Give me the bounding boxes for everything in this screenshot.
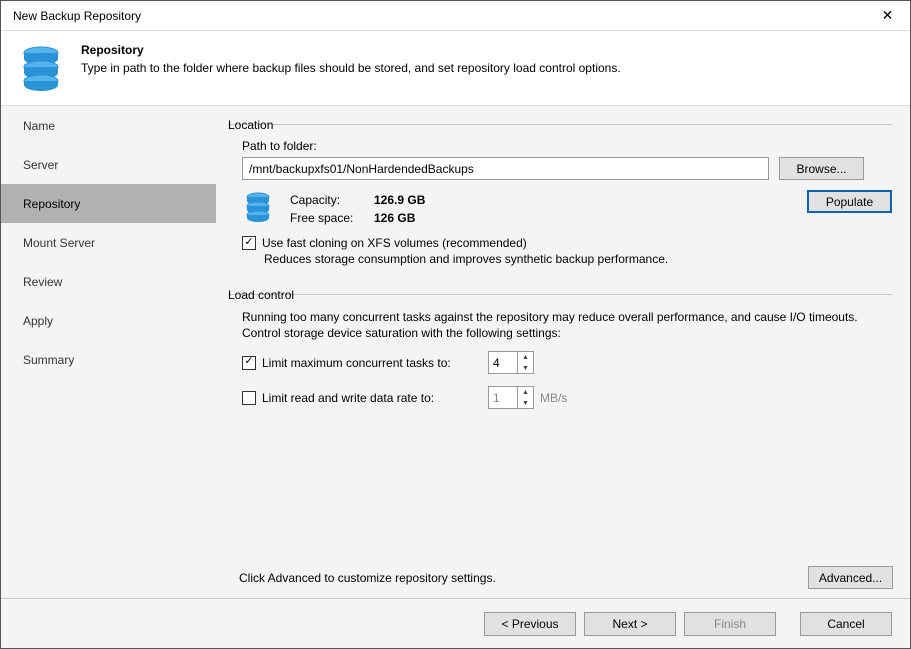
wizard-sidebar: Name Server Repository Mount Server Revi… — [1, 106, 216, 598]
cancel-button[interactable]: Cancel — [800, 612, 892, 636]
location-legend: Location — [228, 118, 279, 132]
sidebar-item-apply[interactable]: Apply — [1, 301, 216, 340]
limit-tasks-checkbox[interactable] — [242, 356, 256, 370]
finish-button: Finish — [684, 612, 776, 636]
capacity-value: 126.9 GB — [374, 192, 425, 208]
wizard-header: Repository Type in path to the folder wh… — [1, 31, 910, 106]
location-group: Location Path to folder: Browse... — [228, 118, 892, 276]
advanced-button[interactable]: Advanced... — [808, 566, 893, 589]
spinner-down-icon[interactable]: ▼ — [518, 363, 533, 374]
previous-button[interactable]: < Previous — [484, 612, 576, 636]
spinner-down-icon: ▼ — [518, 398, 533, 409]
sidebar-item-name[interactable]: Name — [1, 106, 216, 145]
load-control-group: Load control Running too many concurrent… — [228, 288, 892, 411]
limit-tasks-spinner[interactable]: ▲▼ — [488, 351, 534, 374]
repository-icon — [17, 43, 65, 91]
path-label: Path to folder: — [242, 139, 892, 153]
limit-rate-checkbox[interactable] — [242, 391, 256, 405]
limit-rate-value — [489, 387, 517, 408]
path-input[interactable] — [242, 157, 769, 180]
sidebar-item-summary[interactable]: Summary — [1, 340, 216, 379]
limit-rate-spinner: ▲▼ — [488, 386, 534, 409]
browse-button[interactable]: Browse... — [779, 157, 864, 180]
wizard-footer: < Previous Next > Finish Cancel — [1, 598, 910, 648]
fast-clone-label: Use fast cloning on XFS volumes (recomme… — [262, 236, 527, 250]
close-button[interactable]: ✕ — [865, 1, 910, 31]
limit-rate-unit: MB/s — [540, 391, 567, 405]
fast-clone-checkbox[interactable] — [242, 236, 256, 250]
fast-clone-hint: Reduces storage consumption and improves… — [264, 252, 892, 266]
sidebar-item-review[interactable]: Review — [1, 262, 216, 301]
limit-rate-label: Limit read and write data rate to: — [262, 391, 482, 405]
free-space-label: Free space: — [290, 210, 372, 226]
capacity-label: Capacity: — [290, 192, 372, 208]
titlebar: New Backup Repository ✕ — [1, 1, 910, 31]
spinner-up-icon[interactable]: ▲ — [518, 352, 533, 363]
spinner-up-icon: ▲ — [518, 387, 533, 398]
load-control-legend: Load control — [228, 288, 300, 302]
free-space-value: 126 GB — [374, 210, 425, 226]
window-title: New Backup Repository — [13, 9, 865, 23]
load-control-description: Running too many concurrent tasks agains… — [242, 309, 886, 341]
page-subtitle: Type in path to the folder where backup … — [81, 61, 621, 75]
disk-icon — [242, 190, 274, 222]
populate-button[interactable]: Populate — [807, 190, 892, 213]
sidebar-item-mount-server[interactable]: Mount Server — [1, 223, 216, 262]
page-title: Repository — [81, 43, 621, 57]
limit-tasks-value[interactable] — [489, 352, 517, 373]
limit-tasks-label: Limit maximum concurrent tasks to: — [262, 356, 482, 370]
advanced-hint: Click Advanced to customize repository s… — [239, 571, 496, 585]
wizard-content: Location Path to folder: Browse... — [216, 106, 910, 598]
next-button[interactable]: Next > — [584, 612, 676, 636]
sidebar-item-repository[interactable]: Repository — [1, 184, 216, 223]
sidebar-item-server[interactable]: Server — [1, 145, 216, 184]
